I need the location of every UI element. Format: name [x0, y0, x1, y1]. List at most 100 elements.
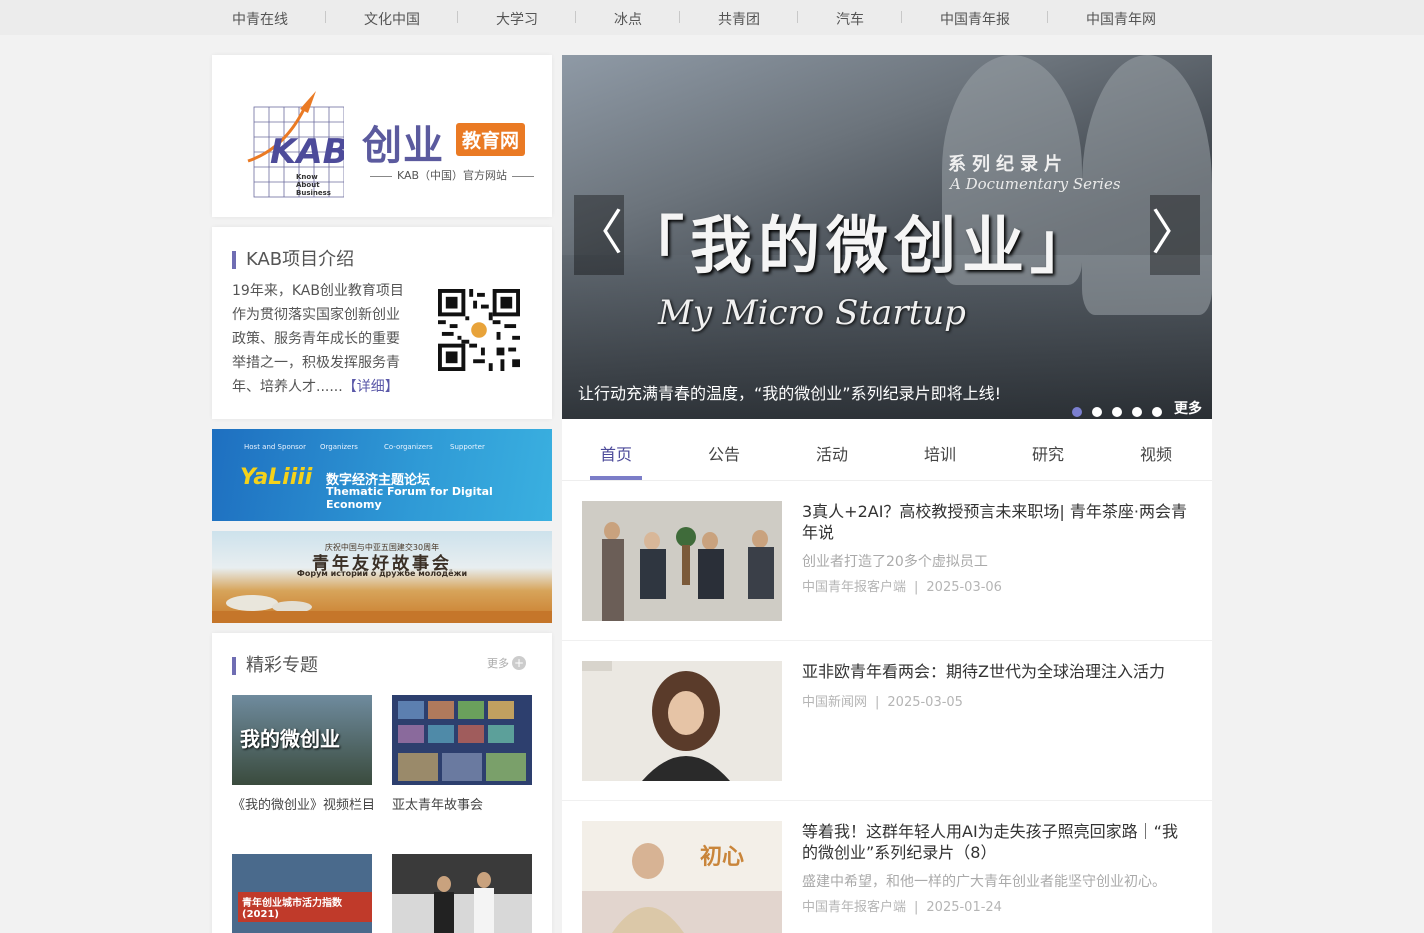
tab-announcements[interactable]: 公告 — [694, 441, 754, 465]
banner-meta-host: Host and Sponsor — [244, 443, 306, 451]
news-source: 中国新闻网 — [802, 695, 868, 710]
nav-separator — [901, 11, 902, 23]
tab-research[interactable]: 研究 — [1018, 441, 1078, 465]
news-meta: 中国新闻网 | 2025-03-05 — [802, 691, 963, 710]
kab-word-know: Know — [296, 173, 318, 181]
nav-separator — [575, 11, 576, 23]
meta-separator: | — [875, 695, 880, 710]
tab-home[interactable]: 首页 — [586, 441, 646, 465]
slider-dot[interactable] — [1072, 407, 1082, 417]
tab-training[interactable]: 培训 — [910, 441, 970, 465]
slider-more-link[interactable]: 更多 — [1174, 398, 1202, 418]
slider-next-button[interactable]: 〉 — [1150, 195, 1200, 275]
slider-main-title: 「我的微创业」 — [622, 209, 1099, 282]
news-thumbnail[interactable] — [582, 661, 782, 781]
nav-separator — [679, 11, 680, 23]
slider-series-cn: 系列纪录片 — [948, 154, 1068, 175]
interviewee-image — [582, 661, 782, 781]
plus-icon: + — [512, 656, 526, 670]
yurt-scene-image — [212, 595, 552, 623]
news-source: 中国青年报客户端 — [802, 900, 907, 915]
slider-dot[interactable] — [1112, 407, 1122, 417]
logo-title: 创业 — [362, 123, 444, 169]
nav-separator — [457, 11, 458, 23]
topic-thumb-city-index[interactable]: 青年创业城市活力指数(2021) — [232, 854, 372, 933]
logo-subtitle: KAB（中国）官方网站 — [362, 167, 542, 183]
nav-link-zqzx[interactable]: 中青在线 — [232, 9, 288, 29]
speakers-image — [392, 854, 532, 933]
talk-show-image — [582, 501, 782, 621]
tab-activities[interactable]: 活动 — [802, 441, 862, 465]
nav-link-qc[interactable]: 汽车 — [836, 9, 864, 29]
topic-caption[interactable]: 亚太青年故事会 — [392, 798, 537, 814]
topics-more-button[interactable]: 更多 + — [487, 655, 526, 671]
logo-card[interactable]: KAB Know About Business 创业 教育网 KAB（中国）官方… — [212, 55, 552, 217]
nav-link-zqnb[interactable]: 中国青年报 — [940, 9, 1010, 29]
slider-caption[interactable]: 让行动充满青春的温度，“我的微创业”系列纪录片即将上线! — [578, 380, 1001, 404]
news-summary: 创业者打造了20多个虚拟员工 — [802, 554, 988, 570]
slider-dot[interactable] — [1152, 407, 1162, 417]
logo-badge: 教育网 — [456, 123, 526, 156]
top-navigation: 中青在线 文化中国 大学习 冰点 共青团 汽车 中国青年报 中国青年网 — [0, 0, 1424, 35]
video-grid-image — [398, 701, 526, 781]
banner-meta-coorganizers: Co-organizers — [384, 443, 433, 451]
slider-pagination — [1072, 402, 1172, 419]
slider-main-title-en: My Micro Startup — [658, 293, 966, 333]
banner1-subtitle: Thematic Forum for Digital Economy — [326, 485, 493, 511]
thumb-overlay-text: 初心 — [700, 844, 745, 870]
intro-text: 19年来，KAB创业教育项目作为贯彻落实国家创新创业政策、服务青年成长的重要举措… — [232, 279, 407, 399]
kab-word-business: Business — [296, 189, 331, 197]
news-date: 2025-01-24 — [926, 900, 1002, 915]
news-item[interactable]: 初心 等着我！这群年轻人用AI为走失孩子照亮回家路｜“我的微创业”系列纪录片（8… — [562, 801, 1212, 933]
slider-dot[interactable] — [1092, 407, 1102, 417]
news-meta: 中国青年报客户端 | 2025-03-06 — [802, 576, 1002, 595]
slider-series-en: A Documentary Series — [950, 175, 1121, 193]
intro-heading: KAB项目介绍 — [232, 251, 354, 269]
topics-card: 精彩专题 更多 + 我的微创业 《我的微创业》视频栏目 亚太青年故事会 青年创业城… — [212, 633, 552, 933]
qr-code-icon — [438, 289, 520, 371]
intro-more-link[interactable]: 【详细】 — [343, 379, 399, 395]
youth-friendship-story-banner[interactable]: 庆祝中国与中亚五国建交30周年 青年友好故事会 Форум историй о … — [212, 531, 552, 623]
nav-link-whzg[interactable]: 文化中国 — [364, 9, 420, 29]
news-item[interactable]: 3真人+2AI？高校教授预言未来职场| 青年茶座·两会青年说 创业者打造了20多… — [562, 481, 1212, 641]
news-summary: 盛建中希望，和他一样的广大青年创业者能坚守创业初心。 — [802, 874, 1166, 890]
slider-dot[interactable] — [1132, 407, 1142, 417]
nav-separator — [797, 11, 798, 23]
banner-meta-organizers: Organizers — [320, 443, 358, 451]
topic-thumb-text: 青年创业城市活力指数(2021) — [238, 892, 372, 922]
nav-separator — [325, 11, 326, 23]
topic-thumb-micro-startup[interactable]: 我的微创业 — [232, 695, 372, 785]
active-tab-indicator — [590, 476, 642, 480]
news-source: 中国青年报客户端 — [802, 580, 907, 595]
founder-image — [582, 821, 782, 933]
intro-card: KAB项目介绍 19年来，KAB创业教育项目作为贯彻落实国家创新创业政策、服务青… — [212, 227, 552, 419]
news-item[interactable]: 亚非欧青年看两会：期待Z世代为全球治理注入活力 中国新闻网 | 2025-03-05 — [562, 641, 1212, 801]
topic-thumb-text: 我的微创业 — [240, 727, 340, 751]
kab-logo-icon: KAB Know About Business — [247, 91, 344, 198]
news-title[interactable]: 等着我！这群年轻人用AI为走失孩子照亮回家路｜“我的微创业”系列纪录片（8） — [802, 821, 1192, 863]
news-title[interactable]: 3真人+2AI？高校教授预言未来职场| 青年茶座·两会青年说 — [802, 501, 1192, 543]
meta-separator: | — [914, 580, 919, 595]
nav-link-gqt[interactable]: 共青团 — [718, 9, 760, 29]
nav-link-bd[interactable]: 冰点 — [614, 9, 642, 29]
news-date: 2025-03-06 — [926, 580, 1002, 595]
hero-slider[interactable]: 系列纪录片 A Documentary Series 「我的微创业」 My Mi… — [562, 55, 1212, 419]
news-thumbnail[interactable]: 初心 — [582, 821, 782, 933]
news-thumbnail[interactable] — [582, 501, 782, 621]
nav-separator — [1047, 11, 1048, 23]
news-date: 2025-03-05 — [887, 695, 963, 710]
topics-heading: 精彩专题 — [232, 657, 318, 675]
topic-thumb-asia-pacific[interactable] — [392, 695, 532, 785]
slider-prev-button[interactable]: 〈 — [574, 195, 624, 275]
nav-link-dxx[interactable]: 大学习 — [496, 9, 538, 29]
topic-caption[interactable]: 《我的微创业》视频栏目 — [232, 798, 377, 814]
news-meta: 中国青年报客户端 | 2025-01-24 — [802, 896, 1002, 915]
nav-link-zgqnw[interactable]: 中国青年网 — [1086, 9, 1156, 29]
news-title[interactable]: 亚非欧青年看两会：期待Z世代为全球治理注入活力 — [802, 661, 1192, 682]
digital-economy-forum-banner[interactable]: Host and Sponsor Organizers Co-organizer… — [212, 429, 552, 521]
meta-separator: | — [914, 900, 919, 915]
banner-meta-supporter: Supporter — [450, 443, 485, 451]
yali-logo: YaLiiii — [240, 465, 313, 490]
topic-thumb-event[interactable] — [392, 854, 532, 933]
tab-video[interactable]: 视频 — [1126, 441, 1186, 465]
